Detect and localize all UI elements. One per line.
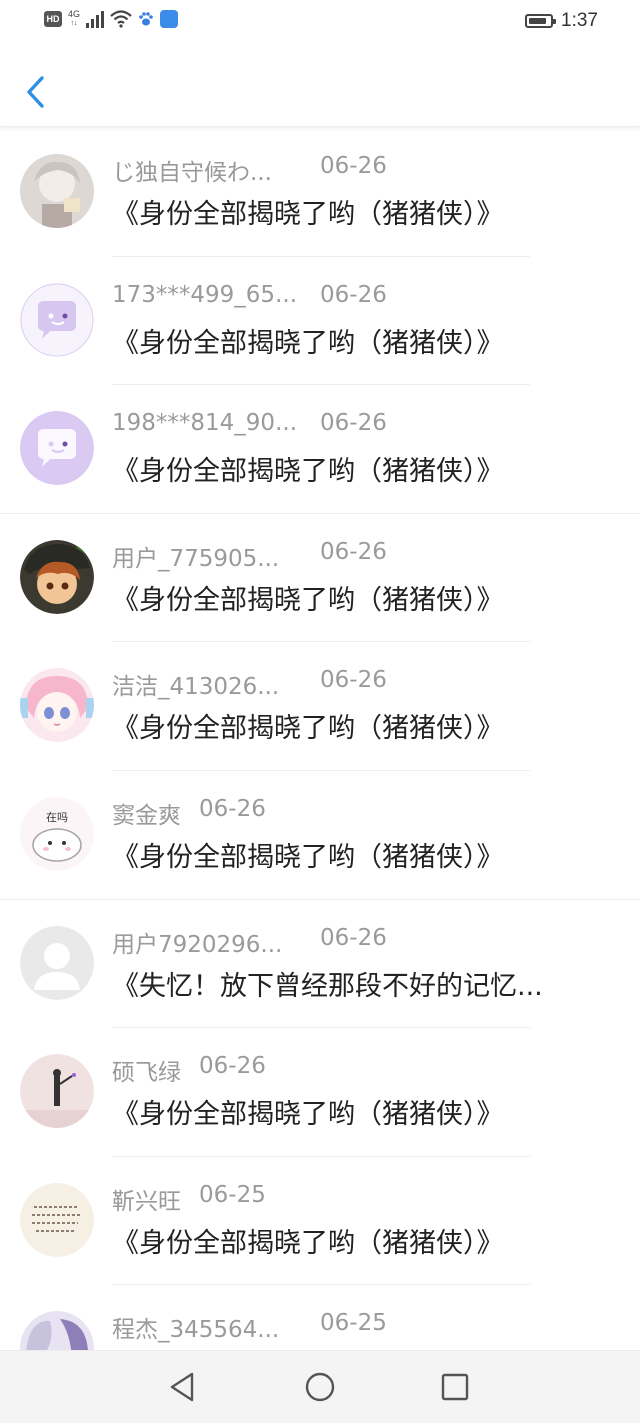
avatar[interactable]: [20, 1054, 94, 1129]
circle-home-icon[interactable]: [302, 1369, 338, 1405]
avatar[interactable]: [20, 668, 94, 743]
item-date: 06-26: [320, 924, 387, 951]
navigation-header: [0, 44, 640, 127]
list-item[interactable]: 198***814_90... 06-26 《身份全部揭晓了哟（猪猪侠）》: [0, 385, 640, 514]
item-date: 06-25: [320, 1310, 387, 1337]
network-type: 4G ↑↓: [68, 10, 80, 28]
user-name[interactable]: 程杰_345564...: [112, 1310, 302, 1344]
item-message: 《身份全部揭晓了哟（猪猪侠）》: [112, 713, 504, 745]
user-name[interactable]: 173***499_65...: [112, 282, 302, 308]
battery-icon: [525, 14, 557, 28]
item-date: 06-26: [199, 795, 266, 822]
status-bar-right: 1:37: [525, 10, 598, 32]
battery-level: [529, 18, 547, 24]
user-name[interactable]: 窦金爽: [112, 796, 181, 830]
avatar[interactable]: 在吗: [20, 796, 94, 871]
avatar[interactable]: [20, 282, 94, 357]
list-item[interactable]: 洁洁_413026... 06-26 《身份全部揭晓了哟（猪猪侠）》: [0, 642, 640, 771]
status-bar: HD 4G ↑↓ 1:37: [0, 0, 640, 44]
square-recents-icon[interactable]: [437, 1369, 473, 1405]
avatar[interactable]: [20, 411, 94, 486]
item-header: 173***499_65... 06-26: [112, 282, 387, 308]
item-header: 程杰_345564... 06-25: [112, 1310, 387, 1344]
system-navigation-bar: [0, 1350, 640, 1423]
list-item[interactable]: 在吗 窦金爽 06-26 《身份全部揭晓了哟（猪猪侠）》: [0, 771, 640, 900]
item-header: 硕飞绿 06-26: [112, 1053, 266, 1087]
notification-list: じ独自守候わ... 06-26 《身份全部揭晓了哟（猪猪侠）》 173***49…: [0, 128, 640, 1414]
list-item[interactable]: 用户7920296... 06-26 《失忆！放下曾经那段不好的记忆...: [0, 900, 640, 1029]
user-name[interactable]: 硕飞绿: [112, 1053, 181, 1087]
item-date: 06-26: [320, 410, 387, 437]
avatar-caption: 在吗: [46, 811, 68, 824]
item-header: 用户7920296... 06-26: [112, 925, 387, 959]
paw-icon: [139, 12, 153, 26]
user-name[interactable]: 靳兴旺: [112, 1182, 181, 1216]
item-message: 《失忆！放下曾经那段不好的记忆...: [112, 970, 543, 1002]
item-header: 198***814_90... 06-26: [112, 410, 387, 436]
list-item[interactable]: 173***499_65... 06-26 《身份全部揭晓了哟（猪猪侠）》: [0, 257, 640, 386]
item-date: 06-26: [320, 281, 387, 308]
item-message: 《身份全部揭晓了哟（猪猪侠）》: [112, 1099, 504, 1131]
avatar[interactable]: [20, 539, 94, 614]
wifi-icon: [110, 10, 132, 28]
item-date: 06-26: [320, 153, 387, 179]
avatar[interactable]: [20, 925, 94, 1000]
clock: 1:37: [561, 10, 598, 31]
status-bar-left: HD 4G ↑↓: [44, 10, 179, 28]
item-header: 洁洁_413026... 06-26: [112, 667, 387, 701]
signal-icon: [86, 10, 105, 28]
item-date: 06-26: [320, 667, 387, 694]
item-header: じ独自守候わ... 06-26: [112, 153, 387, 187]
item-header: 用户_775905... 06-26: [112, 539, 387, 573]
item-message: 《身份全部揭晓了哟（猪猪侠）》: [112, 199, 504, 230]
list-item[interactable]: じ独自守候わ... 06-26 《身份全部揭晓了哟（猪猪侠）》: [0, 128, 640, 257]
item-date: 06-26: [320, 538, 387, 565]
hd-badge: HD: [44, 11, 62, 27]
user-name[interactable]: 用户_775905...: [112, 539, 302, 573]
item-message: 《身份全部揭晓了哟（猪猪侠）》: [112, 327, 504, 359]
list-item[interactable]: 硕飞绿 06-26 《身份全部揭晓了哟（猪猪侠）》: [0, 1028, 640, 1157]
network-activity: ↑↓: [70, 20, 78, 27]
item-message: 《身份全部揭晓了哟（猪猪侠）》: [112, 584, 504, 616]
user-name[interactable]: 洁洁_413026...: [112, 667, 302, 701]
user-name[interactable]: 用户7920296...: [112, 925, 302, 959]
triangle-back-icon[interactable]: [164, 1369, 200, 1405]
item-date: 06-25: [199, 1181, 266, 1208]
user-name[interactable]: じ独自守候わ...: [112, 153, 302, 187]
item-header: 靳兴旺 06-25: [112, 1182, 266, 1216]
list-item[interactable]: 用户_775905... 06-26 《身份全部揭晓了哟（猪猪侠）》: [0, 514, 640, 643]
chevron-left-icon[interactable]: [22, 74, 50, 110]
user-name[interactable]: 198***814_90...: [112, 410, 302, 436]
list-item[interactable]: 靳兴旺 06-25 《身份全部揭晓了哟（猪猪侠）》: [0, 1157, 640, 1286]
network-type-label: 4G: [68, 9, 81, 19]
item-date: 06-26: [199, 1053, 266, 1080]
app-notification-icon: [160, 10, 179, 28]
item-message: 《身份全部揭晓了哟（猪猪侠）》: [112, 841, 504, 873]
avatar[interactable]: [20, 1182, 94, 1257]
item-message: 《身份全部揭晓了哟（猪猪侠）》: [112, 1227, 504, 1259]
item-header: 窦金爽 06-26: [112, 796, 266, 830]
avatar[interactable]: [20, 154, 94, 228]
item-message: 《身份全部揭晓了哟（猪猪侠）》: [112, 456, 504, 488]
